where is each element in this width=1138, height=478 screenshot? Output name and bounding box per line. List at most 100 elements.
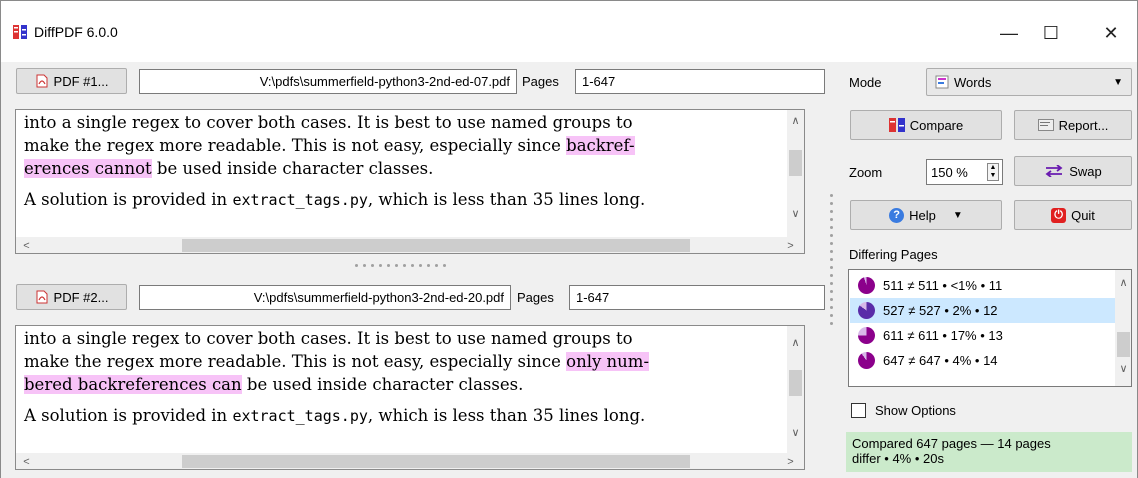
zoom-label: Zoom — [849, 165, 883, 180]
differing-page-text: 647 ≠ 647 • 4% • 14 — [883, 353, 998, 368]
zoom-spinbox[interactable]: 150 % ▲ ▼ — [926, 159, 1003, 185]
maximize-button[interactable]: ☐ — [1023, 13, 1079, 53]
differing-page-text: 611 ≠ 611 • 17% • 13 — [883, 328, 1003, 343]
status-line-1: Compared 647 pages — 14 pages — [852, 436, 1051, 451]
differing-page-text: 527 ≠ 527 • 2% • 12 — [883, 303, 998, 318]
differing-page-item[interactable]: 527 ≠ 527 • 2% • 12 — [850, 298, 1116, 323]
quit-label: Quit — [1071, 207, 1095, 223]
pdf2-text: into a single regex to cover both cases.… — [24, 327, 794, 428]
pdf2-line-1: into a single regex to cover both cases.… — [24, 329, 633, 348]
quit-button[interactable]: ⏻ Quit — [1014, 200, 1132, 230]
swap-arrows-icon — [1045, 165, 1063, 177]
differing-page-text: 511 ≠ 511 • <1% • 11 — [883, 278, 1003, 293]
scroll-down-icon[interactable]: ∨ — [1115, 360, 1131, 377]
differing-page-item[interactable]: 647 ≠ 647 • 4% • 14 — [850, 348, 1116, 373]
report-button[interactable]: Report... — [1014, 110, 1132, 140]
report-label: Report... — [1058, 117, 1109, 133]
scroll-up-icon[interactable]: ∧ — [787, 112, 804, 129]
difference-pie-icon — [858, 302, 875, 319]
title-bar: DiffPDF 6.0.0 — ☐ ✕ — [0, 0, 1138, 62]
pdf1-line-1: into a single regex to cover both cases.… — [24, 113, 633, 132]
pdf1-hscroll-thumb[interactable] — [182, 239, 690, 252]
pdf1-path-field[interactable]: V:\pdfs\summerfield-python3-2nd-ed-07.pd… — [139, 69, 517, 94]
pdf2-horizontal-scrollbar[interactable]: < > — [16, 453, 804, 469]
pdf2-vscroll-thumb[interactable] — [789, 370, 802, 396]
difference-pie-icon — [858, 352, 875, 369]
status-message: Compared 647 pages — 14 pages differ • 4… — [846, 432, 1132, 472]
pdf1-diff-highlight-1: backref- — [566, 136, 635, 155]
pdf1-pages-label: Pages — [522, 74, 559, 89]
pdf1-horizontal-scrollbar[interactable]: < > — [16, 237, 804, 253]
differing-pages-label: Differing Pages — [849, 247, 938, 262]
scroll-left-icon[interactable]: < — [18, 237, 35, 253]
pdf2-line-2: make the regex more readable. This is no… — [24, 352, 650, 371]
main-client-area: PDF #1... V:\pdfs\summerfield-python3-2n… — [0, 62, 1138, 478]
pdf2-pages-label: Pages — [517, 290, 554, 305]
pdf2-pages-input[interactable]: 1-647 — [569, 285, 825, 310]
vertical-splitter-grip[interactable] — [830, 194, 833, 325]
pages-list-scroll-thumb[interactable] — [1117, 332, 1130, 357]
pdf2-document-view[interactable]: into a single regex to cover both cases.… — [15, 325, 805, 470]
pdf1-line-2: make the regex more readable. This is no… — [24, 136, 635, 155]
pdf1-pages-input[interactable]: 1-647 — [575, 69, 825, 94]
pdf-file-icon — [36, 290, 48, 304]
close-window-button[interactable]: ✕ — [1083, 13, 1138, 53]
pdf1-line-4: A solution is provided in extract_tags.p… — [24, 190, 646, 209]
scroll-down-icon[interactable]: ∨ — [787, 424, 804, 441]
scroll-up-icon[interactable]: ∧ — [1115, 274, 1131, 291]
pdf1-line-3: erences cannot be used inside character … — [24, 159, 434, 178]
pdf1-vertical-scrollbar[interactable]: ∧ ∨ — [787, 110, 804, 237]
pdf2-button-label: PDF #2... — [53, 289, 109, 305]
mode-value: Words — [954, 74, 992, 90]
pdf1-vscroll-thumb[interactable] — [789, 150, 802, 176]
pdf2-hscroll-thumb[interactable] — [182, 455, 690, 468]
pdf2-path-field[interactable]: V:\pdfs\summerfield-python3-2nd-ed-20.pd… — [139, 285, 511, 310]
show-options-checkbox[interactable] — [851, 403, 866, 418]
pdf2-line-3: bered backreferences can be used inside … — [24, 375, 524, 394]
pdf-file-icon — [36, 74, 48, 88]
scroll-right-icon[interactable]: > — [782, 453, 799, 469]
scroll-down-icon[interactable]: ∨ — [787, 205, 804, 222]
diffpdf-app-icon — [13, 25, 27, 39]
scroll-up-icon[interactable]: ∧ — [787, 334, 804, 351]
help-icon: ? — [889, 207, 905, 223]
report-icon — [1037, 119, 1054, 131]
help-button[interactable]: ? Help ▼ — [850, 200, 1002, 230]
pdf1-open-button[interactable]: PDF #1... — [16, 68, 127, 94]
pdf2-diff-highlight-2: bered backreferences can — [24, 375, 242, 394]
swap-button[interactable]: Swap — [1014, 156, 1132, 186]
help-label: Help — [909, 207, 936, 223]
compare-icon — [888, 118, 905, 132]
swap-label: Swap — [1069, 163, 1102, 179]
zoom-value: 150 % — [931, 164, 968, 180]
difference-pie-icon — [858, 327, 875, 344]
differing-page-item[interactable]: 511 ≠ 511 • <1% • 11 — [850, 273, 1116, 298]
compare-button[interactable]: Compare — [850, 110, 1002, 140]
mode-label: Mode — [849, 75, 882, 90]
horizontal-splitter-grip[interactable] — [355, 264, 446, 267]
differing-page-item[interactable]: 611 ≠ 611 • 17% • 13 — [850, 323, 1116, 348]
window-title: DiffPDF 6.0.0 — [34, 24, 118, 40]
pdf1-text: into a single regex to cover both cases.… — [24, 111, 794, 212]
pdf1-button-label: PDF #1... — [53, 73, 109, 89]
show-options-label[interactable]: Show Options — [875, 403, 956, 418]
chevron-down-icon: ▼ — [1113, 76, 1123, 88]
pdf1-diff-highlight-2: erences cannot — [24, 159, 152, 178]
mode-select[interactable]: Words ▼ — [926, 68, 1132, 96]
pages-list-scrollbar[interactable]: ∧ ∨ — [1115, 270, 1131, 386]
compare-label: Compare — [909, 117, 964, 133]
pdf2-vertical-scrollbar[interactable]: ∧ ∨ — [787, 326, 804, 453]
difference-pie-icon — [858, 277, 875, 294]
power-icon: ⏻ — [1051, 207, 1067, 223]
pdf1-document-view[interactable]: into a single regex to cover both cases.… — [15, 109, 805, 254]
pdf2-open-button[interactable]: PDF #2... — [16, 284, 127, 310]
status-line-2: differ • 4% • 20s — [852, 451, 944, 466]
spin-arrows-icon[interactable]: ▲ ▼ — [987, 163, 999, 181]
scroll-right-icon[interactable]: > — [782, 237, 799, 253]
chevron-down-icon: ▼ — [952, 209, 963, 221]
pdf2-diff-highlight-1: only num- — [566, 352, 650, 371]
pdf2-line-4: A solution is provided in extract_tags.p… — [24, 406, 646, 425]
differing-pages-list[interactable]: 511 ≠ 511 • <1% • 11 527 ≠ 527 • 2% • 12 6… — [848, 269, 1132, 387]
scroll-left-icon[interactable]: < — [18, 453, 35, 469]
words-mode-icon — [935, 75, 949, 89]
